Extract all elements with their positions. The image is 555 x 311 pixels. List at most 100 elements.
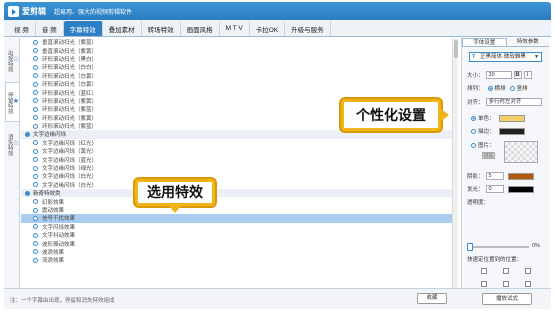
shadow-color-swatch[interactable]: [507, 172, 534, 180]
align-select[interactable]: 多行时左对齐: [485, 98, 542, 106]
tab-transitions[interactable]: 转场特效: [142, 21, 181, 36]
opacity-slider[interactable]: [467, 243, 529, 251]
position-cell[interactable]: [481, 267, 487, 274]
effect-item[interactable]: 文字边缘闪烁（红光）: [21, 139, 457, 147]
vertical-label: 竖排: [516, 86, 528, 92]
menu-bar: 视 频 音 频 字幕特效 叠加素材 转场特效 画面风格 M T V 卡拉OK 升…: [4, 20, 551, 37]
effect-radio[interactable]: [33, 215, 38, 221]
effect-item[interactable]: 文字边缘闪烁（蓝光）: [21, 155, 457, 164]
align-label: 对齐：: [467, 100, 484, 106]
position-cell[interactable]: [525, 280, 531, 287]
side-tab-disappear[interactable]: ☆ 消失特效: [5, 124, 19, 164]
effect-radio[interactable]: [33, 257, 38, 263]
tab-subtitle-effects[interactable]: 字幕特效: [63, 21, 103, 36]
effect-item[interactable]: 垂直滚动扫光（紫黄）: [21, 46, 457, 55]
effect-radio[interactable]: [33, 140, 38, 146]
effect-item[interactable]: 幻影效果: [21, 197, 457, 206]
position-cell[interactable]: [481, 280, 487, 287]
border-color-swatch[interactable]: [498, 127, 525, 135]
opacity-slider-knob[interactable]: [467, 243, 473, 251]
effect-item[interactable]: 垂直滚动扫光（紫蓝）: [21, 38, 457, 46]
effect-group-header[interactable]: 文字边缘闪烁: [21, 130, 457, 139]
tab-effect-params[interactable]: 特效参数: [507, 38, 550, 46]
mono-color-swatch[interactable]: [498, 114, 525, 122]
vertical-radio[interactable]: [509, 85, 515, 91]
effect-group-header[interactable]: 新奇特效类: [21, 189, 457, 198]
effect-radio[interactable]: [33, 115, 38, 121]
bold-button[interactable]: B: [513, 71, 522, 79]
effect-item[interactable]: 流浪效果: [21, 256, 457, 264]
effect-radio[interactable]: [33, 182, 38, 188]
effect-item[interactable]: 波形振动效果: [21, 239, 457, 248]
tab-overlay[interactable]: 叠加素材: [103, 21, 142, 36]
effect-item[interactable]: 信号干扰效果: [21, 214, 457, 223]
position-cell[interactable]: [503, 267, 509, 274]
effect-radio[interactable]: [33, 199, 38, 205]
glow-input[interactable]: 0: [485, 185, 504, 193]
scrollbar-thumb[interactable]: [454, 40, 458, 58]
horizontal-radio[interactable]: [487, 85, 493, 91]
tab-audio[interactable]: 音 频: [36, 21, 64, 36]
effect-item[interactable]: 波浪效果: [21, 248, 457, 256]
effect-item[interactable]: 文字边缘闪烁（白光）: [21, 181, 457, 189]
effect-radio[interactable]: [33, 165, 38, 171]
effect-item[interactable]: 环形滚动扫光（白黄）: [21, 72, 457, 80]
effect-radio[interactable]: [33, 249, 38, 255]
preview-button[interactable]: 播放试式: [482, 293, 532, 305]
tab-mtv[interactable]: M T V: [220, 21, 250, 36]
effect-radio[interactable]: [33, 123, 38, 129]
effect-radio[interactable]: [33, 207, 38, 213]
effect-item[interactable]: 文字边缘闪烁（绿光）: [21, 164, 457, 172]
tab-karaoke[interactable]: 卡拉OK: [250, 21, 286, 36]
effect-radio[interactable]: [33, 232, 38, 238]
orientation-row: 排列： 横排 竖排: [467, 84, 528, 92]
browse-button[interactable]: 浏览: [482, 152, 495, 159]
effect-radio[interactable]: [33, 98, 38, 104]
border-radio[interactable]: [471, 128, 476, 134]
side-tab-appear[interactable]: ☆ 出现特效: [5, 40, 19, 80]
effect-radio[interactable]: [33, 48, 38, 54]
effect-radio[interactable]: [33, 106, 38, 112]
effect-item[interactable]: 文字边缘闪烁（黄光）: [21, 147, 457, 155]
effect-label: 新奇特效类: [33, 191, 61, 198]
favorite-button[interactable]: 收藏: [417, 293, 447, 304]
position-cell[interactable]: [525, 267, 531, 274]
effect-label: 文字边缘闪烁（黄光）: [42, 149, 98, 156]
shadow-input[interactable]: 5: [485, 172, 504, 180]
effect-radio[interactable]: [33, 90, 38, 96]
app-window: 爱剪辑 超易用、强大的视频剪辑软件 视 频 音 频 字幕特效 叠加素材 转场特效…: [0, 0, 555, 311]
effect-radio[interactable]: [33, 241, 38, 247]
effect-radio[interactable]: [33, 173, 38, 179]
effect-item[interactable]: 环形滚动扫光（蓝红）: [21, 88, 457, 97]
tab-video[interactable]: 视 频: [8, 21, 36, 36]
effect-radio[interactable]: [33, 81, 38, 87]
effect-item[interactable]: 环形滚动扫光（黑白）: [21, 55, 457, 63]
effect-radio[interactable]: [33, 224, 38, 230]
effect-radio[interactable]: [33, 73, 38, 79]
effect-item[interactable]: 环形滚动扫光（白白）: [21, 63, 457, 71]
glow-color-swatch[interactable]: [507, 185, 534, 193]
side-tab-stay[interactable]: ★ 停留特效: [5, 82, 19, 122]
mono-radio[interactable]: [471, 115, 476, 121]
effect-item[interactable]: 震动效果: [21, 206, 457, 214]
effect-radio[interactable]: [33, 56, 38, 62]
callout-personalize: 个性化设置: [341, 99, 449, 131]
image-radio[interactable]: [471, 142, 476, 148]
tab-font-settings[interactable]: 字体设置: [462, 38, 507, 46]
size-input[interactable]: 30: [485, 71, 512, 79]
effect-item[interactable]: 文字边缘闪烁（白光）: [21, 172, 457, 180]
effect-item[interactable]: 文字闪烁效果: [21, 223, 457, 231]
tab-styles[interactable]: 画面风格: [181, 21, 220, 36]
effect-radio[interactable]: [33, 157, 38, 163]
list-scrollbar[interactable]: [452, 38, 458, 288]
image-label: 图片：: [478, 143, 495, 149]
effect-radio[interactable]: [33, 148, 38, 154]
effect-item[interactable]: 环形滚动扫光（白黄）: [21, 80, 457, 88]
font-select[interactable]: 正黑简体·微软雅黑 ▼: [469, 52, 542, 62]
effect-radio[interactable]: [33, 39, 38, 45]
effect-radio[interactable]: [33, 64, 38, 70]
italic-button[interactable]: I: [523, 71, 532, 79]
effect-item[interactable]: 文字抖动效果: [21, 231, 457, 239]
position-cell[interactable]: [503, 280, 509, 287]
tab-upgrade[interactable]: 升级与服务: [285, 21, 331, 36]
